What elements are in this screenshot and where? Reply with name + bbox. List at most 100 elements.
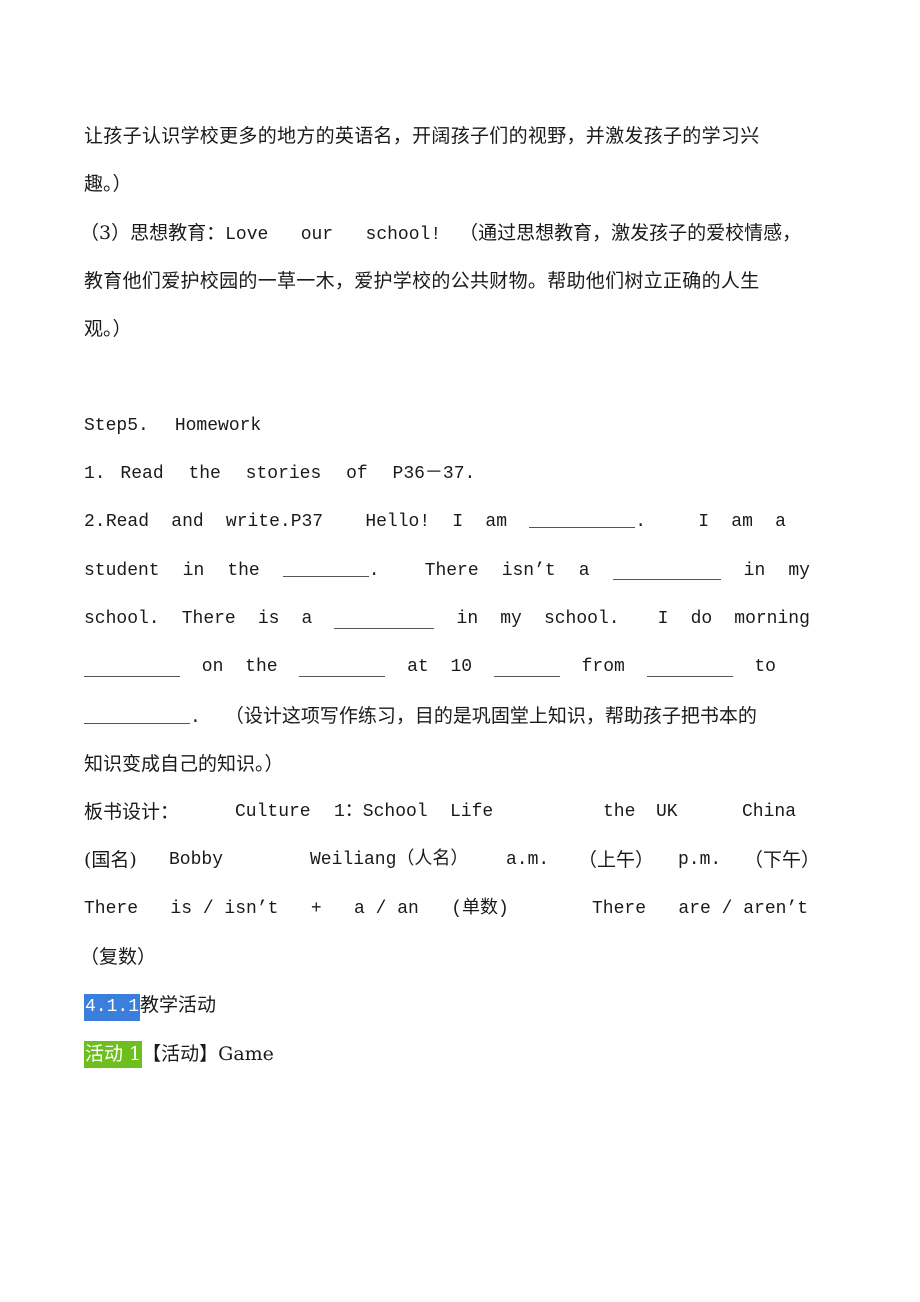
blank-line[interactable] (493, 658, 560, 677)
word: is (257, 608, 280, 629)
word: a (578, 560, 590, 581)
blank-line[interactable] (282, 558, 369, 577)
paragraph-line: 观。） (84, 305, 840, 353)
word: I (452, 512, 464, 533)
blank-line[interactable] (299, 658, 386, 677)
word: the (603, 802, 636, 823)
word: （下午） (744, 849, 821, 872)
homework-item-2-line: 2. Read and write.P37 Hello! I am . I am… (84, 498, 786, 546)
blank-line[interactable] (646, 658, 733, 677)
word: in (743, 560, 766, 581)
fill-blank[interactable]: . (282, 547, 380, 595)
word: UK (656, 802, 678, 823)
paragraph-text: 教育他们爱护校园的一草一木，爱护学校的公共财物。帮助他们树立正确的人生 (84, 269, 760, 292)
board-rule-singular: There is / isn’t + a / an (单数) (84, 898, 509, 919)
word: my (500, 608, 522, 629)
word: （上午） (578, 849, 655, 872)
word: There (424, 560, 479, 581)
word: p.m. (678, 850, 722, 871)
word: (国名) (84, 849, 137, 872)
paragraph-text: 观。） (84, 318, 132, 341)
step-label: Step5. (84, 415, 149, 436)
board-rule-plural-note: （复数） (80, 946, 157, 969)
section-heading: 4.1.1教学活动 (84, 981, 840, 1029)
paragraph-text: 让孩子认识学校更多的地方的英语名，开阔孩子们的视野，并激发孩子的学习兴 (84, 125, 760, 147)
word: I (698, 512, 710, 533)
word: student (84, 560, 160, 581)
word: to (754, 657, 776, 678)
paragraph-text: 趣。） (84, 173, 132, 196)
board-design-line: There is / isn’t + a / an (单数) There are… (84, 885, 840, 933)
word: school. (543, 608, 620, 629)
blank-line[interactable] (334, 610, 435, 629)
fill-blank[interactable]: . (529, 498, 646, 546)
word: a (775, 512, 786, 533)
section-title: 教学活动 (140, 994, 217, 1017)
board-design-label: 板书设计： (84, 801, 180, 824)
homework-item-2-line: . （设计这项写作练习，目的是巩固堂上知识，帮助孩子把书本的 (84, 692, 840, 740)
word: 2. (84, 512, 106, 533)
word: Culture (235, 802, 311, 823)
word: 1. (84, 464, 106, 485)
word: in (182, 560, 205, 581)
homework-item-1: 1. Read the stories of P36－37. (84, 450, 840, 498)
word: There (181, 608, 236, 629)
word: do (690, 608, 713, 629)
word: Hello! (365, 512, 431, 533)
word: China (742, 802, 797, 823)
blank-line[interactable] (612, 561, 721, 581)
homework-heading: Step5. Homework (84, 402, 840, 450)
word: from (581, 657, 625, 678)
word: school. (84, 608, 160, 629)
word: write.P37 (225, 512, 324, 533)
blank-line[interactable] (84, 705, 190, 724)
board-rule-plural: There are / aren’t (592, 898, 809, 919)
moral-education-slogan: Love our school! (225, 224, 442, 245)
period: . (190, 707, 201, 728)
word: I (657, 608, 669, 629)
blank-line[interactable] (529, 509, 636, 529)
word: 10 (450, 657, 473, 678)
word: Life (450, 802, 494, 823)
paragraph-line: 趣。） (84, 160, 840, 208)
word: stories (245, 464, 322, 485)
moral-education-label: （3）思想教育： (80, 221, 226, 244)
word: of (346, 464, 368, 485)
word: a (301, 608, 313, 629)
design-note: 知识变成自己的知识。） (84, 752, 284, 775)
word: Bobby (169, 850, 224, 871)
word: am (731, 512, 753, 533)
board-design-line: （复数） (80, 933, 840, 981)
word: in (456, 608, 479, 629)
word: the (245, 657, 278, 678)
board-design-line: 板书设计： Culture 1：School Life the UK China (84, 788, 840, 836)
homework-item-2-line: on the at 10 from to (84, 643, 776, 691)
word: and (171, 512, 204, 533)
word: on (201, 657, 224, 678)
word: Read (105, 512, 150, 533)
design-note: （设计这项写作练习，目的是巩固堂上知识，帮助孩子把书本的 (224, 704, 757, 727)
activity-heading: 活动 1【活动】Game (84, 1030, 840, 1078)
word: isn’t (501, 560, 556, 581)
document-page: 让孩子认识学校更多的地方的英语名，开阔孩子们的视野，并激发孩子的学习兴 趣。） … (80, 112, 840, 1078)
word: P36－37. (392, 464, 476, 485)
homework-title: Homework (174, 415, 262, 436)
section-number: 4.1.1 (84, 994, 141, 1022)
paragraph-line: （3）思想教育：Love our school! （通过思想教育，激发孩子的爱校情… (80, 209, 840, 257)
homework-item-2-line: school. There is a in my school. I do mo… (84, 595, 810, 643)
word: at (407, 657, 429, 678)
word: Read (120, 464, 164, 485)
blank-line[interactable] (84, 658, 180, 677)
homework-item-2-line: 知识变成自己的知识。） (84, 740, 840, 788)
homework-item-2-line: student in the . There isn’t a in my (84, 547, 810, 595)
paragraph-line: 让孩子认识学校更多的地方的英语名，开阔孩子们的视野，并激发孩子的学习兴 (84, 112, 840, 160)
word: the (188, 464, 221, 485)
paragraph-line: 教育他们爱护校园的一草一木，爱护学校的公共财物。帮助他们树立正确的人生 (84, 257, 840, 305)
word: my (788, 560, 810, 581)
word: am (485, 512, 507, 533)
board-design-line: (国名) Bobby Weiliang（人名） a.m. （上午） p.m. （… (84, 836, 840, 884)
empty-line (84, 353, 840, 401)
word: Weiliang（人名） (310, 850, 469, 871)
word: morning (734, 608, 810, 629)
activity-label: 活动 1 (84, 1040, 143, 1068)
